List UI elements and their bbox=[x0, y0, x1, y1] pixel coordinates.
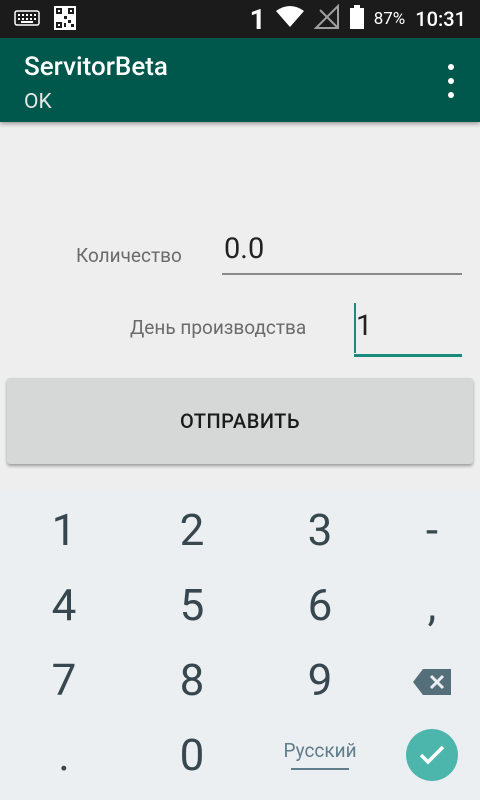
quantity-input-underline bbox=[222, 273, 462, 275]
numeric-keyboard: 1 2 3 - 4 5 6 , 7 8 9 . 0 Русский bbox=[0, 490, 480, 800]
keyboard-icon bbox=[14, 10, 40, 30]
backspace-icon bbox=[413, 654, 451, 706]
clock: 10:31 bbox=[415, 7, 466, 31]
key-comma[interactable]: , bbox=[372, 567, 480, 642]
quantity-label: Количество bbox=[76, 244, 182, 267]
status-bar: 1 87% 10:31 bbox=[0, 0, 480, 38]
production-day-input-underline bbox=[354, 354, 462, 357]
key-4[interactable]: 4 bbox=[4, 567, 124, 642]
backspace-key[interactable] bbox=[372, 642, 480, 717]
key-minus[interactable]: - bbox=[372, 492, 480, 567]
language-switch-key[interactable]: Русский bbox=[260, 717, 380, 792]
sim-number: 1 bbox=[249, 2, 266, 36]
key-5[interactable]: 5 bbox=[132, 567, 252, 642]
key-3[interactable]: 3 bbox=[260, 492, 380, 567]
qr-code-icon bbox=[54, 6, 76, 34]
app-bar: ServitorBeta OK bbox=[0, 38, 480, 122]
battery-icon bbox=[349, 4, 364, 34]
battery-percent: 87% bbox=[373, 9, 406, 29]
overflow-menu-icon[interactable] bbox=[446, 64, 456, 98]
key-8[interactable]: 8 bbox=[132, 642, 252, 717]
key-6[interactable]: 6 bbox=[260, 567, 380, 642]
enter-key[interactable] bbox=[372, 717, 480, 792]
quantity-input[interactable]: 0.0 bbox=[224, 232, 264, 266]
wifi-icon bbox=[275, 5, 304, 33]
key-1[interactable]: 1 bbox=[4, 492, 124, 567]
submit-button[interactable]: ОТПРАВИТЬ bbox=[7, 378, 473, 464]
key-7[interactable]: 7 bbox=[4, 642, 124, 717]
checkmark-icon bbox=[406, 728, 458, 781]
text-cursor bbox=[354, 303, 356, 353]
production-day-input[interactable]: 1 bbox=[356, 309, 372, 343]
key-2[interactable]: 2 bbox=[132, 492, 252, 567]
key-period[interactable]: . bbox=[4, 717, 124, 792]
language-label: Русский bbox=[283, 739, 357, 762]
key-0[interactable]: 0 bbox=[132, 717, 252, 792]
app-title: ServitorBeta bbox=[24, 52, 168, 82]
key-9[interactable]: 9 bbox=[260, 642, 380, 717]
production-day-label: День производства bbox=[130, 316, 307, 339]
app-subtitle: OK bbox=[24, 90, 52, 114]
no-signal-icon bbox=[313, 3, 340, 35]
